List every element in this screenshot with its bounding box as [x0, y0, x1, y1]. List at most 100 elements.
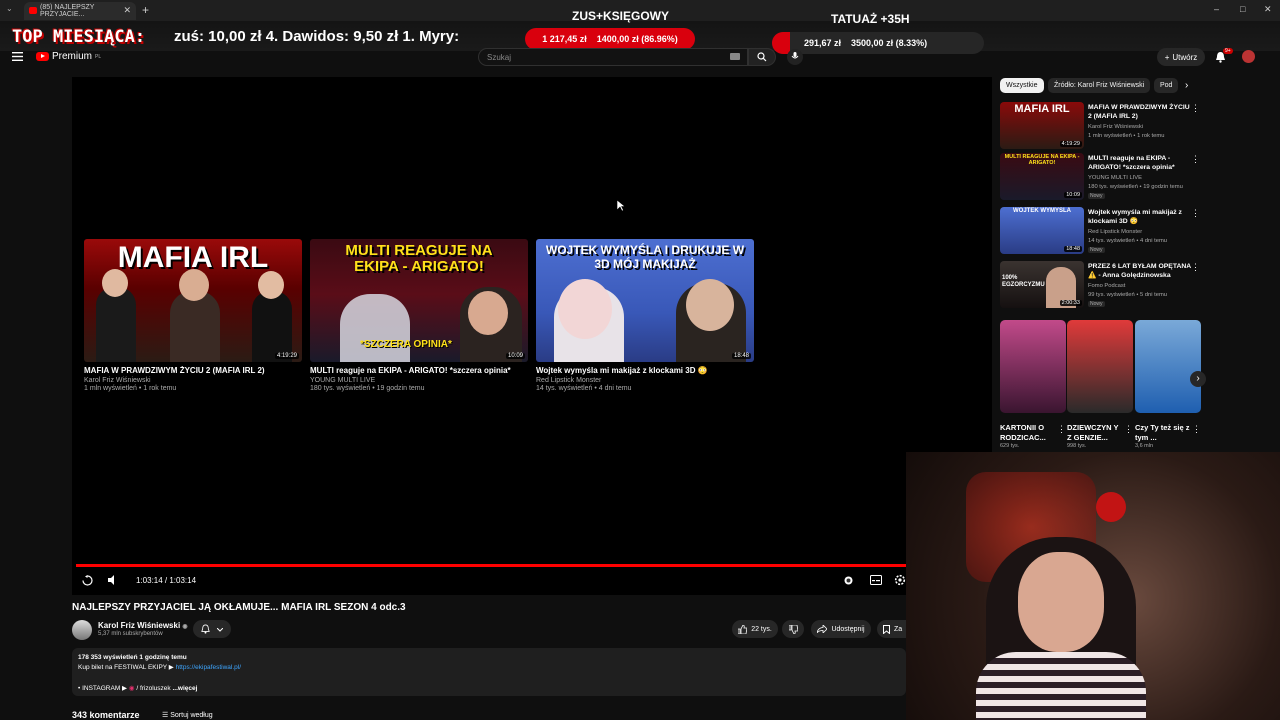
rec-meta: 180 tys. wyświetleń • 19 godzin temu: [1088, 184, 1183, 190]
time-display: 1:03:14 / 1:03:14: [136, 576, 197, 585]
minimize-button[interactable]: –: [1214, 4, 1219, 14]
browser-tab[interactable]: (85) NAJLEPSZY PRZYJACIE... ✕: [24, 2, 136, 20]
volume-button[interactable]: [108, 575, 118, 585]
rec-channel: Fomo Podcast: [1088, 283, 1126, 289]
youtube-premium-logo[interactable]: Premium PL: [36, 51, 101, 62]
video-duration: 10:09: [505, 353, 525, 359]
chips-next-icon[interactable]: ›: [1185, 80, 1188, 91]
rec-thumbnail: MAFIA IRL 4:19:29: [1000, 102, 1084, 149]
more-options-icon[interactable]: ⋮: [1124, 424, 1133, 435]
view-stats: 178 353 wyświetleń 1 godzinę temu: [78, 654, 187, 661]
endcard-thumbnail: MULTI REAGUJE NA EKIPA - ARIGATO! *SZCZE…: [310, 239, 528, 362]
chip-source[interactable]: Źródło: Karol Friz Wiśniewski: [1048, 78, 1151, 93]
chip-all[interactable]: Wszystkie: [1000, 78, 1044, 93]
logo-text: Premium: [52, 51, 93, 62]
notification-count-badge: 9+: [1223, 48, 1233, 54]
replay-button[interactable]: [82, 575, 93, 586]
more-options-icon[interactable]: ⋮: [1191, 154, 1200, 165]
subtitles-icon: [870, 575, 882, 585]
recommended-video-4[interactable]: 100% EGZORCYZMU 2:00:33 PRZEZ 6 LAT BYŁA…: [1000, 261, 1200, 309]
thumbnail-subtext: *SZCZERA OPINIA*: [360, 339, 452, 350]
create-button[interactable]: + Utwórz: [1157, 48, 1205, 66]
plus-icon: +: [1164, 52, 1170, 62]
top-month-label: TOP MIESIĄCA:: [12, 27, 146, 47]
thumbs-down-icon: [788, 624, 798, 634]
sort-comments-button[interactable]: ☰ Sortuj według: [162, 711, 213, 719]
tab-title: (85) NAJLEPSZY PRZYJACIE...: [40, 4, 95, 18]
short-1[interactable]: KARTONII O RODZICAC... 629 tys. ⋮: [1000, 320, 1066, 449]
rec-thumb-text: MULTI REAGUJE NA EKIPA - ARIGATO!: [1004, 154, 1080, 166]
subtitles-button[interactable]: [870, 575, 882, 585]
endcard-video-2[interactable]: MULTI REAGUJE NA EKIPA - ARIGATO! *SZCZE…: [310, 239, 528, 392]
keyboard-icon[interactable]: [730, 53, 740, 60]
rec-channel: Karol Friz Wiśniewski: [1088, 124, 1144, 130]
create-label: Utwórz: [1172, 52, 1198, 62]
streamer-webcam: [906, 452, 1280, 720]
recommended-video-2[interactable]: MULTI REAGUJE NA EKIPA - ARIGATO! 10:09 …: [1000, 153, 1200, 201]
goal1-current: 1 217,45 zł: [542, 34, 587, 44]
new-tab-button[interactable]: +: [142, 3, 149, 17]
short-3[interactable]: Czy Ty też się z tym ... 3,6 mln ⋮: [1135, 320, 1201, 449]
festival-link[interactable]: https://ekipafestiwal.pl/: [176, 664, 241, 671]
goal2-fill: [772, 32, 790, 54]
short-views: 998 tys.: [1067, 443, 1087, 449]
more-options-icon[interactable]: ⋮: [1191, 262, 1200, 273]
new-badge: Nowy: [1088, 301, 1105, 307]
rec-channel: YOUNG MULTI LIVE: [1088, 175, 1143, 181]
endcard-title: MULTI reaguje na EKIPA - ARIGATO! *szcze…: [310, 366, 511, 375]
endcard-meta: 1 mln wyświetleń • 1 rok temu: [84, 385, 177, 392]
rec-channel: Red Lipstick Monster: [1088, 229, 1143, 235]
description-box[interactable]: 178 353 wyświetleń 1 godzinę temu Kup bi…: [72, 648, 906, 696]
tab-search-icon[interactable]: ⌄: [6, 4, 13, 13]
short-2[interactable]: DZIEWCZYN Y Z GENZIE... 998 tys. ⋮: [1067, 320, 1133, 449]
channel-name[interactable]: Karol Friz Wiśniewski ◉: [98, 621, 188, 630]
subscription-bell-button[interactable]: [193, 620, 231, 638]
more-options-icon[interactable]: ⋮: [1057, 424, 1066, 435]
rec-thumbnail: MULTI REAGUJE NA EKIPA - ARIGATO! 10:09: [1000, 153, 1084, 200]
search-button[interactable]: [748, 48, 776, 66]
sort-icon: ☰: [162, 712, 169, 719]
endcard-video-3[interactable]: WOJTEK WYMYŚLA I DRUKUJE W 3D MÓJ MAKIJA…: [536, 239, 754, 392]
short-thumbnail: [1135, 320, 1201, 413]
video-title: NAJLEPSZY PRZYJACIEL JĄ OKŁAMUJE... MAFI…: [72, 602, 406, 613]
goal2-bar: 291,67 zł 3500,00 zł (8.33%): [772, 32, 984, 54]
mouse-cursor-icon: [617, 200, 626, 212]
channel-avatar[interactable]: [72, 620, 92, 640]
recommended-video-3[interactable]: WOJTEK WYMYŚLA 18:48 Wojtek wymyśla mi m…: [1000, 207, 1200, 255]
rec-title: PRZEZ 6 LAT BYŁAM OPĘTANA ⚠️ - Anna Golę…: [1088, 263, 1191, 279]
voice-search-button[interactable]: [787, 49, 803, 65]
gear-icon: [894, 574, 906, 586]
dislike-button[interactable]: [782, 620, 804, 638]
search-input[interactable]: Szukaj: [478, 48, 748, 66]
description-instagram: • INSTAGRAM ▶ ◉ / frizoluszek ...więcej: [78, 685, 198, 692]
youtube-play-icon: [36, 52, 49, 61]
video-duration: 4:19:29: [1059, 141, 1082, 147]
rec-meta: 99 tys. wyświetleń • 5 dni temu: [1088, 292, 1168, 298]
save-button[interactable]: Za: [877, 620, 906, 638]
video-progress-bar[interactable]: [76, 564, 906, 567]
more-options-icon[interactable]: ⋮: [1191, 208, 1200, 219]
endcard-title: Wojtek wymyśla mi makijaż z klockami 3D …: [536, 366, 708, 375]
thumbnail-text: MULTI REAGUJE NA EKIPA - ARIGATO!: [345, 242, 493, 275]
shorts-next-button[interactable]: ›: [1190, 371, 1206, 387]
hamburger-menu-icon[interactable]: [12, 52, 23, 61]
more-options-icon[interactable]: ⋮: [1191, 103, 1200, 114]
verified-icon: ◉: [182, 624, 188, 630]
account-avatar[interactable]: [1242, 50, 1255, 63]
rec-meta: 14 tys. wyświetleń • 4 dni temu: [1088, 238, 1168, 244]
settings-button[interactable]: [894, 574, 906, 586]
tab-close-icon[interactable]: ✕: [123, 5, 131, 16]
like-button[interactable]: 22 tys.: [732, 620, 778, 638]
goal1-target: 1400,00 zł (86.96%): [596, 34, 678, 44]
chip-related[interactable]: Pod: [1154, 78, 1178, 93]
close-window-button[interactable]: ✕: [1264, 4, 1272, 15]
maximize-button[interactable]: □: [1240, 4, 1245, 14]
autoplay-toggle[interactable]: [844, 576, 853, 585]
bookmark-icon: [883, 624, 890, 634]
share-button[interactable]: Udostępnij: [811, 620, 871, 638]
show-more-link[interactable]: ...więcej: [172, 685, 197, 692]
more-options-icon[interactable]: ⋮: [1192, 424, 1201, 435]
recommended-video-1[interactable]: MAFIA IRL 4:19:29 MAFIA W PRAWDZIWYM ŻYC…: [1000, 102, 1200, 150]
video-duration: 10:09: [1064, 192, 1082, 198]
endcard-video-1[interactable]: MAFIA IRL 4:19:29 MAFIA W PRAWDZIWYM ŻYC…: [84, 239, 302, 392]
